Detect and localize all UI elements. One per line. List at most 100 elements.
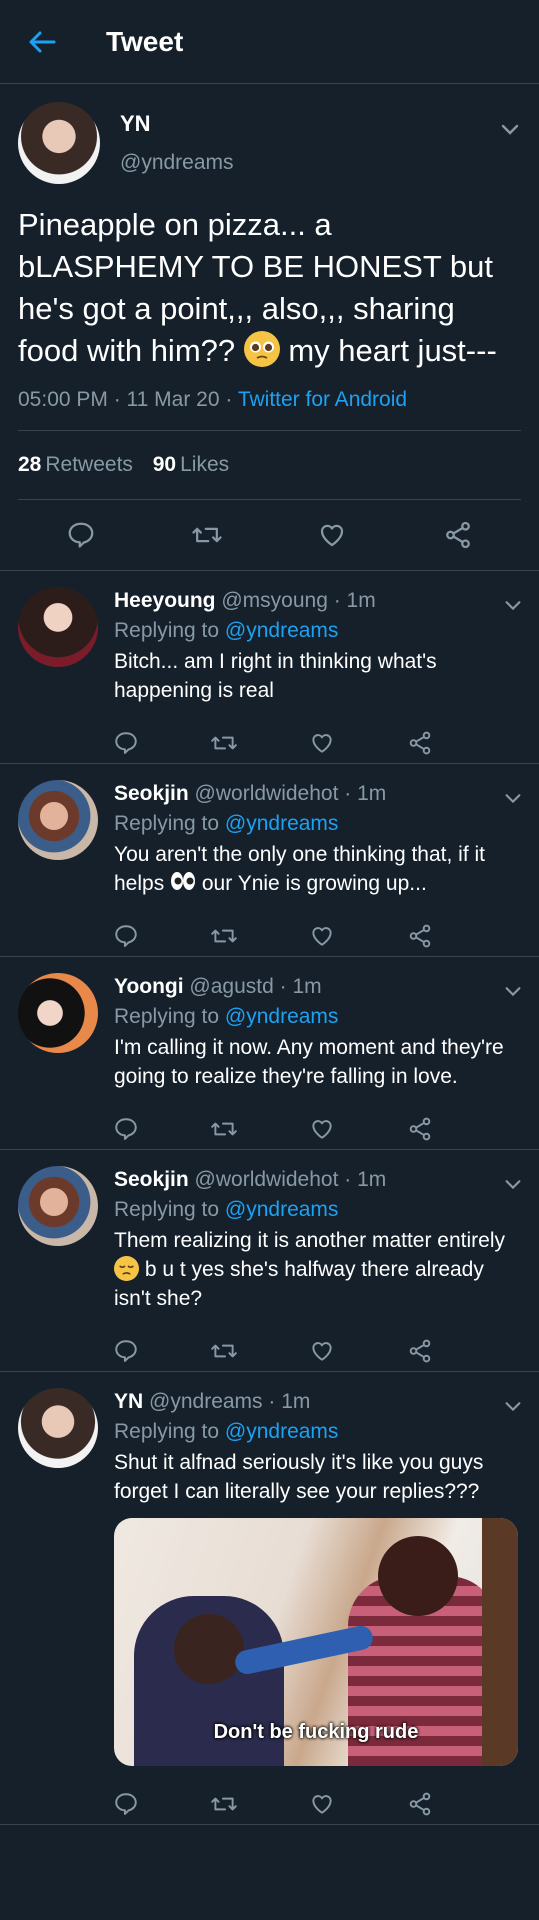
retweet-button[interactable]: [204, 1331, 244, 1371]
replying-label: Replying to: [114, 1198, 225, 1221]
likes-stat[interactable]: 90 Likes: [153, 453, 229, 476]
like-button[interactable]: [302, 723, 342, 763]
author-name[interactable]: Seokjin: [114, 1168, 189, 1191]
like-button[interactable]: [302, 1784, 342, 1824]
share-icon: [409, 1339, 431, 1363]
more-options-button[interactable]: [503, 595, 523, 615]
reply-header: YN @yndreams · 1m: [114, 1390, 521, 1414]
reply-text: Shut it alfnad seriously it's like you g…: [114, 1451, 484, 1503]
avatar[interactable]: [18, 1388, 98, 1468]
tweet-source-link[interactable]: Twitter for Android: [238, 388, 407, 411]
retweets-stat[interactable]: 28 Retweets: [18, 453, 147, 476]
share-icon: [409, 1117, 431, 1141]
reply-button[interactable]: [106, 1331, 146, 1371]
reply-button[interactable]: [61, 515, 101, 555]
author-name[interactable]: Heeyoung: [114, 589, 216, 612]
reply-tweet[interactable]: YN @yndreams · 1m Replying to @yndreams …: [0, 1372, 539, 1825]
back-button[interactable]: [22, 22, 62, 62]
avatar[interactable]: [18, 1166, 98, 1246]
gif-figure: [174, 1614, 244, 1684]
heart-icon: [312, 1342, 332, 1361]
reply-header: Seokjin @worldwidehot · 1m: [114, 1168, 521, 1192]
heart-icon: [312, 927, 332, 946]
more-options-button[interactable]: [503, 1396, 523, 1416]
tweet-action-bar: [0, 500, 539, 571]
tweet-text: Pineapple on pizza... a bLASPHEMY TO BE …: [18, 204, 521, 372]
share-button[interactable]: [400, 1784, 440, 1824]
author-handle[interactable]: @yndreams: [120, 151, 234, 175]
retweets-label: Retweets: [45, 453, 133, 476]
like-button[interactable]: [302, 916, 342, 956]
heart-icon: [321, 524, 344, 547]
more-options-button[interactable]: [499, 118, 521, 140]
retweet-button[interactable]: [204, 1109, 244, 1149]
reply-icon: [115, 732, 137, 754]
replying-label: Replying to: [114, 812, 225, 835]
more-options-button[interactable]: [503, 1174, 523, 1194]
chevron-down-icon: [505, 1402, 521, 1412]
share-button[interactable]: [400, 723, 440, 763]
reply-icon: [68, 522, 94, 548]
share-icon: [409, 731, 431, 755]
mention-link[interactable]: @yndreams: [225, 1198, 339, 1221]
heart-icon: [312, 1795, 332, 1814]
reply-tweet[interactable]: Yoongi @agustd · 1m Replying to @yndream…: [0, 957, 539, 1150]
replying-to: Replying to @yndreams: [114, 1198, 521, 1222]
eyes-emoji: [170, 870, 196, 895]
tweet-stats: 28 Retweets 90 Likes: [18, 431, 521, 500]
author-handle-time: @worldwidehot · 1m: [188, 1168, 387, 1191]
reply-tweet[interactable]: Heeyoung @msyoung · 1m Replying to @yndr…: [0, 571, 539, 764]
reply-button[interactable]: [106, 1109, 146, 1149]
mention-link[interactable]: @yndreams: [225, 619, 339, 642]
replying-to: Replying to @yndreams: [114, 812, 521, 836]
author-name[interactable]: Seokjin: [114, 782, 189, 805]
retweet-button[interactable]: [204, 1784, 244, 1824]
author-name[interactable]: YN: [114, 1390, 143, 1413]
share-button[interactable]: [438, 515, 478, 555]
more-options-button[interactable]: [503, 981, 523, 1001]
mention-link[interactable]: @yndreams: [225, 1005, 339, 1028]
reply-tweet[interactable]: Seokjin @worldwidehot · 1m Replying to @…: [0, 764, 539, 957]
tweet-timestamp: 05:00 PM · 11 Mar 20 ·: [18, 388, 238, 411]
avatar[interactable]: [18, 973, 98, 1053]
retweet-icon: [211, 929, 237, 943]
reply-text: I'm calling it now. Any moment and they'…: [114, 1036, 504, 1088]
reply-tweet[interactable]: Seokjin @worldwidehot · 1m Replying to @…: [0, 1150, 539, 1372]
retweet-icon: [191, 527, 222, 543]
avatar[interactable]: [18, 587, 98, 667]
reply-header: Heeyoung @msyoung · 1m: [114, 589, 521, 613]
reply-button[interactable]: [106, 916, 146, 956]
replying-to: Replying to @yndreams: [114, 619, 521, 643]
retweet-button[interactable]: [204, 723, 244, 763]
reply-action-bar: [106, 1331, 440, 1371]
replying-label: Replying to: [114, 1420, 225, 1443]
reply-text: Them realizing it is another matter enti…: [114, 1226, 521, 1313]
reply-header: Seokjin @worldwidehot · 1m: [114, 782, 521, 806]
share-icon: [409, 924, 431, 948]
share-button[interactable]: [400, 1331, 440, 1371]
like-button[interactable]: [312, 515, 352, 555]
retweet-button[interactable]: [204, 916, 244, 956]
more-options-button[interactable]: [503, 788, 523, 808]
reply-button[interactable]: [106, 1784, 146, 1824]
arrow-left-icon: [29, 31, 56, 52]
gif-media[interactable]: Don't be fucking rude: [114, 1518, 518, 1766]
likes-count: 90: [152, 453, 177, 476]
avatar[interactable]: [18, 102, 100, 184]
reply-action-bar: [106, 723, 440, 763]
main-tweet: YN @yndreams Pineapple on pizza... a bLA…: [0, 84, 539, 571]
mention-link[interactable]: @yndreams: [225, 1420, 339, 1443]
author-name[interactable]: YN: [120, 111, 234, 137]
share-button[interactable]: [400, 1109, 440, 1149]
like-button[interactable]: [302, 1109, 342, 1149]
reply-button[interactable]: [106, 723, 146, 763]
replying-label: Replying to: [114, 1005, 225, 1028]
avatar[interactable]: [18, 780, 98, 860]
reply-icon: [115, 1793, 137, 1815]
mention-link[interactable]: @yndreams: [225, 812, 339, 835]
share-button[interactable]: [400, 916, 440, 956]
like-button[interactable]: [302, 1331, 342, 1371]
author-name[interactable]: Yoongi: [114, 975, 184, 998]
retweet-icon: [211, 1344, 237, 1358]
retweet-button[interactable]: [187, 515, 227, 555]
